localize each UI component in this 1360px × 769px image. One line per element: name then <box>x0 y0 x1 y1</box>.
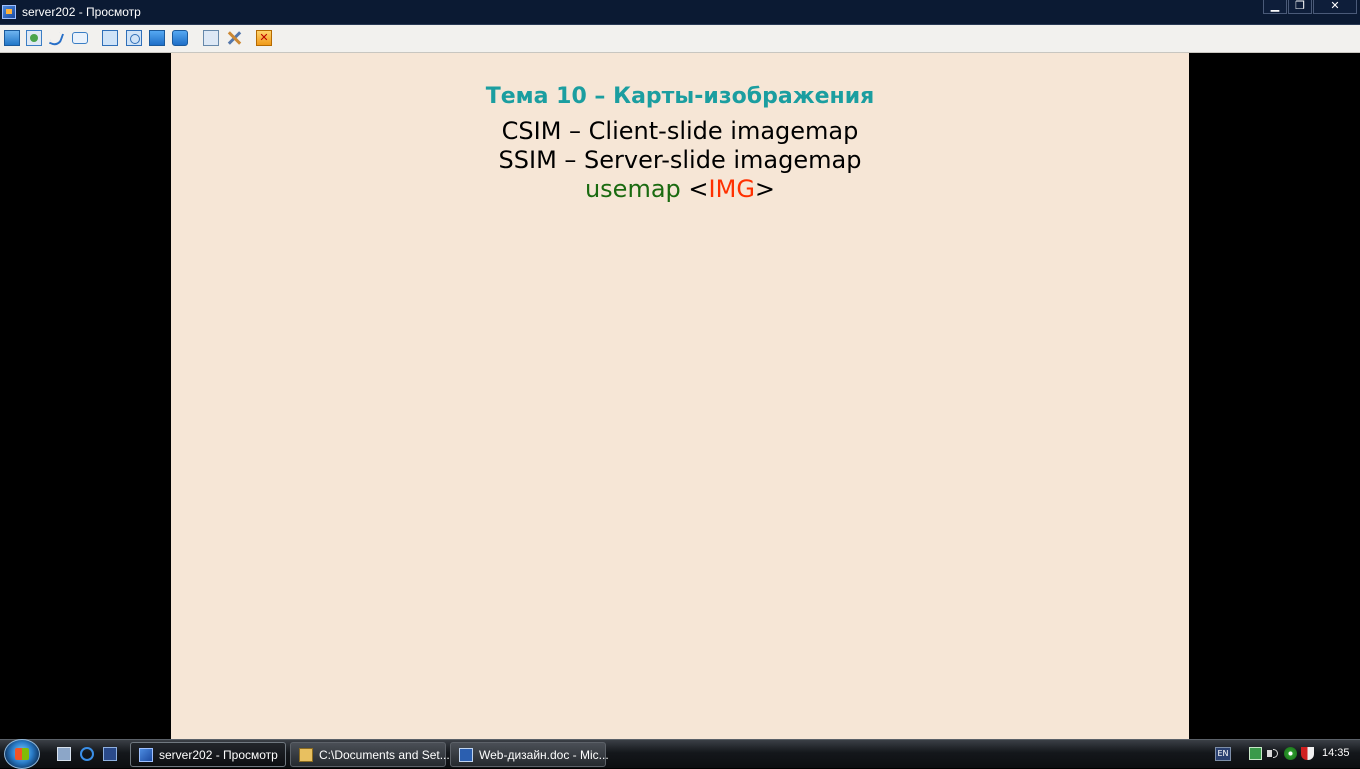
maximize-button[interactable]: ❐ <box>1288 0 1312 14</box>
taskbar: server202 - Просмотр C:\Documents and Se… <box>0 739 1360 769</box>
window-icon[interactable] <box>102 30 118 46</box>
tag-open-bracket: < <box>688 175 709 203</box>
view-icon[interactable] <box>149 30 165 46</box>
media-player-icon[interactable] <box>103 747 117 761</box>
show-desktop-icon[interactable] <box>57 747 71 761</box>
word-document-icon <box>459 748 473 762</box>
chat-icon[interactable] <box>72 32 88 44</box>
taskbar-item-label: Web-дизайн.doc - Mic... <box>479 748 609 762</box>
tools-icon[interactable] <box>226 30 242 46</box>
antivirus-icon[interactable] <box>1284 747 1297 760</box>
minimize-button[interactable]: ▁ <box>1263 0 1287 14</box>
language-indicator[interactable]: EN <box>1215 747 1231 761</box>
fullscreen-icon[interactable] <box>126 30 142 46</box>
tag-close-bracket: > <box>754 175 776 203</box>
display-icon[interactable] <box>4 30 20 46</box>
close-button[interactable]: ✕ <box>1313 0 1357 14</box>
slide-line-csim: CSIM – Client-slide imagemap <box>501 117 859 145</box>
slide-line-usemap: usemap <IMG> <box>171 175 1189 203</box>
disconnect-icon[interactable]: ✕ <box>256 30 272 46</box>
clock[interactable]: 14:35 <box>1322 747 1350 759</box>
folder-icon <box>299 748 313 762</box>
taskbar-item-word[interactable]: Web-дизайн.doc - Mic... <box>450 742 609 767</box>
taskbar-item-server202[interactable]: server202 - Просмотр <box>130 742 286 767</box>
transfer-icon[interactable] <box>203 30 219 46</box>
scale-icon[interactable] <box>172 30 188 46</box>
internet-explorer-icon[interactable] <box>80 747 94 761</box>
volume-icon[interactable] <box>1266 747 1279 760</box>
toolbar: ✕ <box>0 25 1360 53</box>
presentation-slide: Тема 10 – Карты-изображения CSIM – Clien… <box>171 53 1189 739</box>
slide-title: Тема 10 – Карты-изображения <box>485 84 875 109</box>
app-icon <box>2 5 16 19</box>
img-tag: IMG <box>708 175 755 203</box>
title-bar: server202 - Просмотр ▁ ❐ ✕ <box>0 0 1360 25</box>
usemap-keyword: usemap <box>584 175 681 203</box>
start-button[interactable] <box>4 739 40 769</box>
taskbar-item-explorer[interactable]: C:\Documents and Set... <box>290 742 450 767</box>
network-icon[interactable] <box>1249 747 1262 760</box>
remote-screen[interactable]: Тема 10 – Карты-изображения CSIM – Clien… <box>0 53 1360 739</box>
connect-icon[interactable] <box>26 30 42 46</box>
viewer-app-icon <box>139 748 153 762</box>
security-shield-icon[interactable] <box>1301 747 1314 760</box>
call-icon[interactable] <box>49 30 65 46</box>
taskbar-item-label: C:\Documents and Set... <box>319 748 450 762</box>
taskbar-item-label: server202 - Просмотр <box>159 748 278 762</box>
slide-line-ssim: SSIM – Server-slide imagemap <box>498 146 862 174</box>
window-title: server202 - Просмотр <box>22 5 141 19</box>
